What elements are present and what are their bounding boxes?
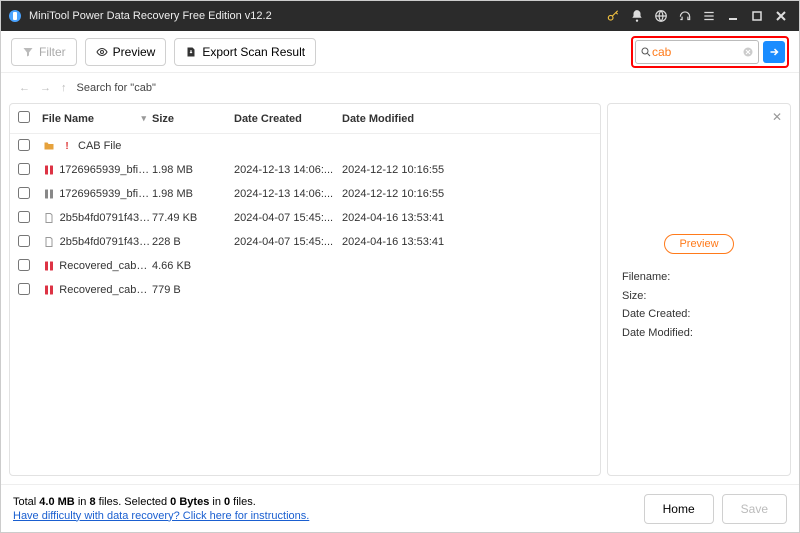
warn-icon: ! xyxy=(60,139,74,153)
nav-back-icon[interactable]: ← xyxy=(19,82,30,94)
close-button[interactable] xyxy=(769,4,793,28)
col-header-created[interactable]: Date Created xyxy=(234,113,342,125)
file-size: 1.98 MB xyxy=(152,164,234,176)
window-title: MiniTool Power Data Recovery Free Editio… xyxy=(29,10,601,22)
headset-icon[interactable] xyxy=(673,4,697,28)
search-icon xyxy=(640,46,652,58)
table-row[interactable]: 1726965939_bfiBr...1.98 MB2024-12-13 14:… xyxy=(10,182,600,206)
file-name: 2b5b4fd0791f434... xyxy=(60,236,152,248)
table-row[interactable]: Recovered_cab_fi...779 B xyxy=(10,278,600,302)
row-checkbox[interactable] xyxy=(18,211,30,223)
file-name: 1726965939_bfiBr... xyxy=(59,164,152,176)
meta-created-label: Date Created: xyxy=(622,305,693,324)
help-link[interactable]: Have difficulty with data recovery? Clic… xyxy=(13,510,309,522)
save-button[interactable]: Save xyxy=(722,494,787,524)
bell-icon[interactable] xyxy=(625,4,649,28)
totals-text: Total 4.0 MB in 8 files. Selected 0 Byte… xyxy=(13,496,309,508)
sort-indicator-icon: ▾ xyxy=(141,113,152,124)
meta-size-label: Size: xyxy=(622,287,693,306)
file-size: 77.49 KB xyxy=(152,212,234,224)
meta-modified-label: Date Modified: xyxy=(622,324,693,343)
file-created: 2024-12-13 14:06:... xyxy=(234,164,342,176)
row-checkbox[interactable] xyxy=(18,187,30,199)
search-go-button[interactable] xyxy=(763,41,785,63)
row-checkbox[interactable] xyxy=(18,283,30,295)
table-row[interactable]: 2b5b4fd0791f434...228 B2024-04-07 15:45:… xyxy=(10,230,600,254)
archive-dup-icon xyxy=(42,187,55,201)
globe-icon[interactable] xyxy=(649,4,673,28)
archive-icon xyxy=(42,163,55,177)
preview-panel: ✕ Preview Filename: Size: Date Created: … xyxy=(607,103,791,476)
nav-up-icon[interactable]: ↑ xyxy=(61,82,67,94)
app-window: MiniTool Power Data Recovery Free Editio… xyxy=(0,0,800,533)
file-modified: 2024-04-16 13:53:41 xyxy=(342,212,592,224)
search-clear-icon[interactable] xyxy=(742,46,754,58)
search-input[interactable] xyxy=(652,45,740,59)
file-name: 2b5b4fd0791f434... xyxy=(60,212,152,224)
maximize-button[interactable] xyxy=(745,4,769,28)
preview-close-icon[interactable]: ✕ xyxy=(772,110,782,124)
menu-icon[interactable] xyxy=(697,4,721,28)
col-header-size[interactable]: Size xyxy=(152,113,234,125)
file-list-body: !CAB File1726965939_bfiBr...1.98 MB2024-… xyxy=(10,134,600,475)
file-list-header: File Name▾ Size Date Created Date Modifi… xyxy=(10,104,600,134)
export-button[interactable]: Export Scan Result xyxy=(174,38,316,66)
search-highlight xyxy=(631,36,789,68)
table-row[interactable]: ! CAB File xyxy=(10,134,600,158)
toolbar: Filter Preview Export Scan Result xyxy=(1,31,799,73)
footer: Total 4.0 MB in 8 files. Selected 0 Byte… xyxy=(1,484,799,532)
home-button[interactable]: Home xyxy=(644,494,714,524)
file-created: 2024-12-13 14:06:... xyxy=(234,188,342,200)
meta-filename-label: Filename: xyxy=(622,268,693,287)
filter-label: Filter xyxy=(39,45,66,59)
archive-icon xyxy=(42,283,55,297)
content-area: File Name▾ Size Date Created Date Modifi… xyxy=(1,103,799,484)
archive-icon xyxy=(42,259,55,273)
select-all-checkbox[interactable] xyxy=(18,111,30,123)
file-modified: 2024-12-12 10:16:55 xyxy=(342,164,592,176)
filter-icon xyxy=(22,46,34,58)
file-size: 1.98 MB xyxy=(152,188,234,200)
preview-label: Preview xyxy=(113,45,156,59)
file-name: Recovered_cab_fi... xyxy=(59,260,152,272)
row-checkbox[interactable] xyxy=(18,259,30,271)
file-name: 1726965939_bfiBr... xyxy=(59,188,152,200)
preview-meta: Filename: Size: Date Created: Date Modif… xyxy=(608,254,707,343)
search-box xyxy=(635,40,759,64)
file-size: 4.66 KB xyxy=(152,260,234,272)
row-checkbox[interactable] xyxy=(18,235,30,247)
export-icon xyxy=(185,46,197,58)
preview-button[interactable]: Preview xyxy=(85,38,167,66)
breadcrumb: Search for "cab" xyxy=(77,82,156,94)
table-row[interactable]: 2b5b4fd0791f434...77.49 KB2024-04-07 15:… xyxy=(10,206,600,230)
file-size: 779 B xyxy=(152,284,234,296)
table-row[interactable]: Recovered_cab_fi...4.66 KB xyxy=(10,254,600,278)
preview-open-button[interactable]: Preview xyxy=(664,234,733,254)
file-created: 2024-04-07 15:45:... xyxy=(234,212,342,224)
row-checkbox[interactable] xyxy=(18,163,30,175)
file-name: Recovered_cab_fi... xyxy=(59,284,152,296)
file-modified: 2024-04-16 13:53:41 xyxy=(342,236,592,248)
file-name: CAB File xyxy=(78,140,121,152)
minimize-button[interactable] xyxy=(721,4,745,28)
file-icon xyxy=(42,235,56,249)
file-size: 228 B xyxy=(152,236,234,248)
file-created: 2024-04-07 15:45:... xyxy=(234,236,342,248)
file-icon xyxy=(42,211,56,225)
breadcrumb-bar: ← → ↑ Search for "cab" xyxy=(1,73,799,103)
filter-button[interactable]: Filter xyxy=(11,38,77,66)
nav-forward-icon[interactable]: → xyxy=(40,82,51,94)
app-icon xyxy=(7,8,23,24)
folder-icon xyxy=(42,139,56,153)
col-header-name[interactable]: File Name▾ xyxy=(42,113,152,125)
export-label: Export Scan Result xyxy=(202,45,305,59)
row-checkbox[interactable] xyxy=(18,139,30,151)
file-list-card: File Name▾ Size Date Created Date Modifi… xyxy=(9,103,601,476)
titlebar: MiniTool Power Data Recovery Free Editio… xyxy=(1,1,799,31)
key-icon[interactable] xyxy=(601,4,625,28)
col-header-modified[interactable]: Date Modified xyxy=(342,113,592,125)
eye-icon xyxy=(96,46,108,58)
file-modified: 2024-12-12 10:16:55 xyxy=(342,188,592,200)
table-row[interactable]: 1726965939_bfiBr...1.98 MB2024-12-13 14:… xyxy=(10,158,600,182)
